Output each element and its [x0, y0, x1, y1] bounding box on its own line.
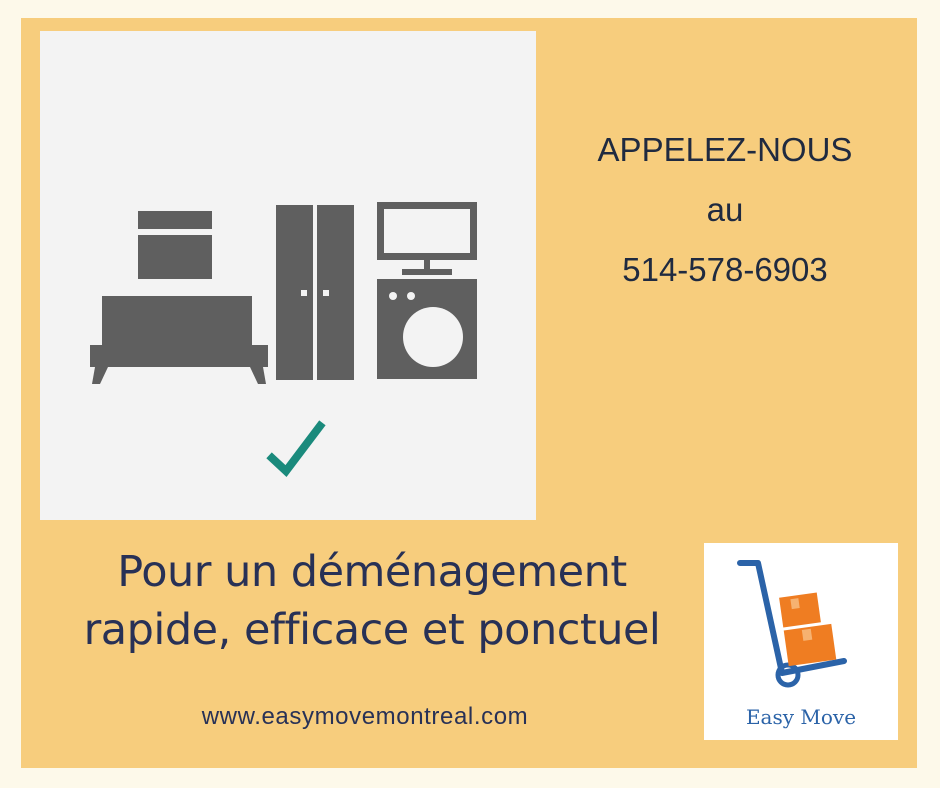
wardrobe-icon: [276, 205, 354, 380]
bed-icon: [90, 296, 268, 384]
tagline-line1: Pour un déménagement: [117, 547, 627, 597]
checkmark-icon: [266, 420, 326, 477]
tagline-line2: rapide, efficace et ponctuel: [83, 605, 661, 655]
tv-icon: [377, 202, 477, 275]
box-icon: [138, 211, 212, 279]
call-us-block: APPELEZ-NOUS au 514-578-6903: [565, 120, 885, 300]
phone-number[interactable]: 514-578-6903: [565, 240, 885, 300]
washing-machine-icon: [377, 279, 477, 379]
tagline: Pour un déménagement rapide, efficace et…: [30, 543, 714, 659]
furniture-illustration: [40, 31, 536, 520]
call-heading: APPELEZ-NOUS: [597, 131, 853, 168]
logo-text: Easy Move: [745, 705, 857, 729]
call-connector: au: [706, 191, 744, 228]
website-link[interactable]: www.easymovemontreal.com: [130, 703, 600, 731]
boxes-icon: [779, 592, 837, 667]
